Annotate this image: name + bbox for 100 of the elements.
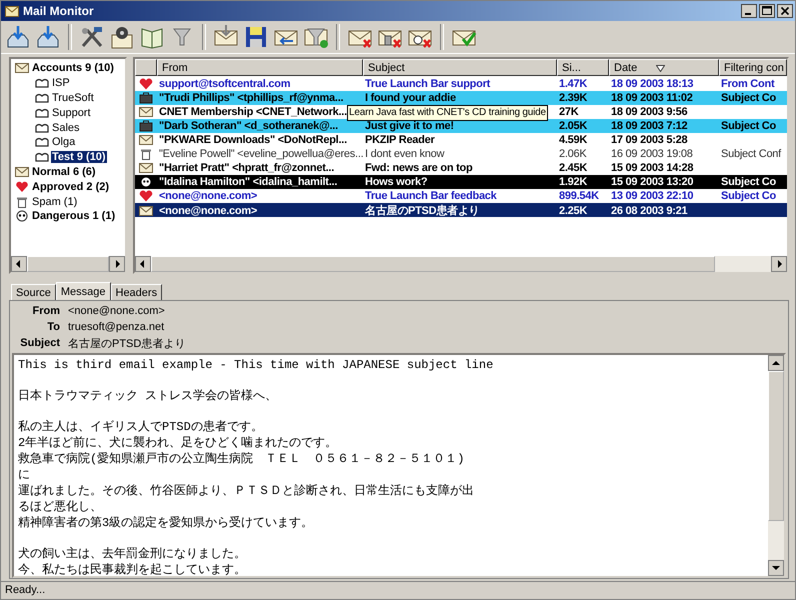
tab[interactable]: Headers: [110, 284, 162, 300]
mailbox-icon: [35, 151, 49, 164]
tree-item[interactable]: Spam (1): [31, 196, 78, 208]
tooltip: Learn Java fast with CNET's CD training guide: [347, 105, 548, 121]
body-text-line: 私の主人は、イギリス人でPTSDの患者です。: [18, 419, 264, 435]
envelope-icon: [15, 166, 29, 178]
scrollbar-thumb[interactable]: [768, 371, 784, 521]
body-text-line: に: [18, 467, 31, 483]
sender-text[interactable]: "Trudi Phillips" <tphillips_rf@ynma...: [157, 92, 363, 104]
scrollbar-thumb[interactable]: [27, 256, 109, 272]
check-mail-icon[interactable]: [35, 24, 61, 50]
minimize-icon[interactable]: [741, 4, 757, 18]
mailbox-icon: [35, 106, 49, 119]
header-value: 名古屋のPTSD患者より: [68, 336, 186, 350]
open-envelope-icon: [15, 62, 29, 74]
column-header[interactable]: Filtering con: [719, 59, 787, 76]
scroll-left-icon[interactable]: [135, 256, 151, 272]
sort-descending-icon: [656, 65, 665, 72]
body-text-line: 日本トラウマティック ストレス学会の皆様へ、: [18, 388, 278, 404]
date-text: 15 09 2003 14:28: [610, 162, 694, 174]
size-text: 27K: [558, 106, 580, 118]
close-icon[interactable]: [777, 4, 793, 18]
envelope-icon: [5, 6, 19, 16]
subject-text: Just give it to me!: [364, 120, 455, 132]
tab[interactable]: Message: [56, 282, 110, 300]
tree-item[interactable]: Sales: [51, 122, 81, 134]
scroll-right-icon[interactable]: [109, 256, 125, 272]
filter-text: Subject Conf: [720, 148, 782, 160]
sender-text[interactable]: "PKWARE Downloads" <DoNotRepl...: [157, 134, 363, 146]
header-label: From: [32, 305, 60, 317]
body-text-line: 犬の飼い主は、去年罰金刑になりました。: [18, 546, 247, 562]
subject-text: I found your addie: [364, 92, 457, 104]
filter-text: Subject Co: [720, 176, 777, 188]
body-text-line: This is third email example - This time with JAPANESE subject line: [18, 357, 494, 373]
sender-text[interactable]: "Harriet Pratt" <hpratt_fr@zonnet...: [157, 162, 363, 174]
subject-text: Hows work?: [364, 176, 428, 188]
body-text-line: 精神障害者の第3級の認定を愛知県から受けています。: [18, 515, 314, 531]
maximize-icon[interactable]: [759, 4, 775, 18]
tab[interactable]: Source: [11, 284, 56, 300]
scroll-up-icon[interactable]: [768, 355, 784, 371]
tree-item[interactable]: Test 9 (10): [51, 151, 107, 164]
header-value: <none@none.com>: [68, 305, 166, 317]
scroll-left-icon[interactable]: [11, 256, 27, 272]
subject-text: Fwd: news are on top: [364, 162, 474, 174]
filter-text: Subject Co: [720, 120, 777, 132]
size-text: 2.06K: [558, 148, 588, 160]
size-text: 1.47K: [558, 78, 588, 90]
header-label: To: [46, 321, 60, 333]
sender-text[interactable]: "Darb Sotheran" <d_sotheranek@...: [157, 120, 363, 132]
body-text-line: 今、私たちは民事裁判を起こしています。: [18, 562, 247, 576]
filter-text: Subject Co: [720, 190, 777, 202]
tree-item[interactable]: Accounts 9 (10): [31, 62, 115, 74]
tree-item[interactable]: TrueSoft: [51, 92, 95, 104]
trash-icon: [15, 196, 29, 208]
tree-item[interactable]: Approved 2 (2): [31, 180, 110, 193]
subject-text: PKZIP Reader: [364, 134, 436, 146]
tree-item[interactable]: Olga: [51, 136, 76, 148]
subject-text: True Launch Bar feedback: [364, 190, 498, 202]
receive-mail-icon[interactable]: [5, 24, 31, 50]
filter-text: Subject Co: [720, 92, 777, 104]
sender-text[interactable]: support@tsoftcentral.com: [157, 78, 363, 90]
date-text: 16 09 2003 19:08: [610, 148, 694, 160]
column-header[interactable]: Subject: [363, 59, 557, 76]
tree-item[interactable]: Normal 6 (6): [31, 166, 97, 178]
date-text: 18 09 2003 18:13: [610, 78, 694, 90]
column-header[interactable]: Si...: [557, 59, 609, 76]
date-text: 18 09 2003 11:02: [610, 92, 694, 104]
size-text: 2.39K: [558, 92, 588, 104]
date-text: 17 09 2003 5:28: [610, 134, 688, 146]
mailbox-icon: [35, 136, 49, 148]
column-header[interactable]: From: [157, 59, 363, 76]
mailbox-icon: [35, 77, 49, 90]
tree-item[interactable]: Support: [51, 106, 92, 119]
header-value: truesoft@penza.net: [68, 321, 166, 333]
subject-text: 名古屋のPTSD患者より: [364, 204, 480, 218]
column-header[interactable]: [135, 59, 157, 76]
mailbox-icon: [35, 92, 49, 104]
sender-text[interactable]: <none@none.com>: [157, 204, 363, 216]
subject-text: True Launch Bar support: [364, 78, 492, 90]
body-text-line: 2年半ほど前に、犬に襲われ、足をひどく噛まれたのです。: [18, 435, 338, 451]
tree-item[interactable]: ISP: [51, 77, 71, 90]
header-label: Subject: [19, 337, 60, 349]
sender-text[interactable]: "Eveline Powell" <eveline_powellua@eres...: [157, 148, 363, 160]
sender-text[interactable]: <none@none.com>: [157, 190, 363, 202]
vertical-scrollbar[interactable]: [768, 355, 784, 576]
date-text: 15 09 2003 13:20: [610, 176, 694, 188]
filter-text: From Cont: [720, 78, 776, 90]
scroll-right-icon[interactable]: [771, 256, 787, 272]
mailbox-icon: [35, 122, 49, 134]
horizontal-scrollbar[interactable]: [11, 256, 125, 272]
size-text: 2.25K: [558, 204, 588, 216]
size-text: 1.92K: [558, 176, 588, 188]
sender-text[interactable]: "Idalina Hamilton" <idalina_hamilt...: [157, 176, 363, 188]
tree-item[interactable]: Dangerous 1 (1): [31, 210, 116, 222]
body-text-line: 運ばれました。その後、竹谷医師より、ＰＴＳＤと診断され、日常生活にも支障が出: [18, 483, 475, 499]
date-text: 18 09 2003 9:56: [610, 106, 688, 118]
body-text-line: るほど悪化し、: [18, 499, 103, 515]
scroll-down-icon[interactable]: [768, 560, 784, 576]
column-header[interactable]: Date: [609, 59, 719, 76]
tools-icon[interactable]: [79, 24, 105, 50]
